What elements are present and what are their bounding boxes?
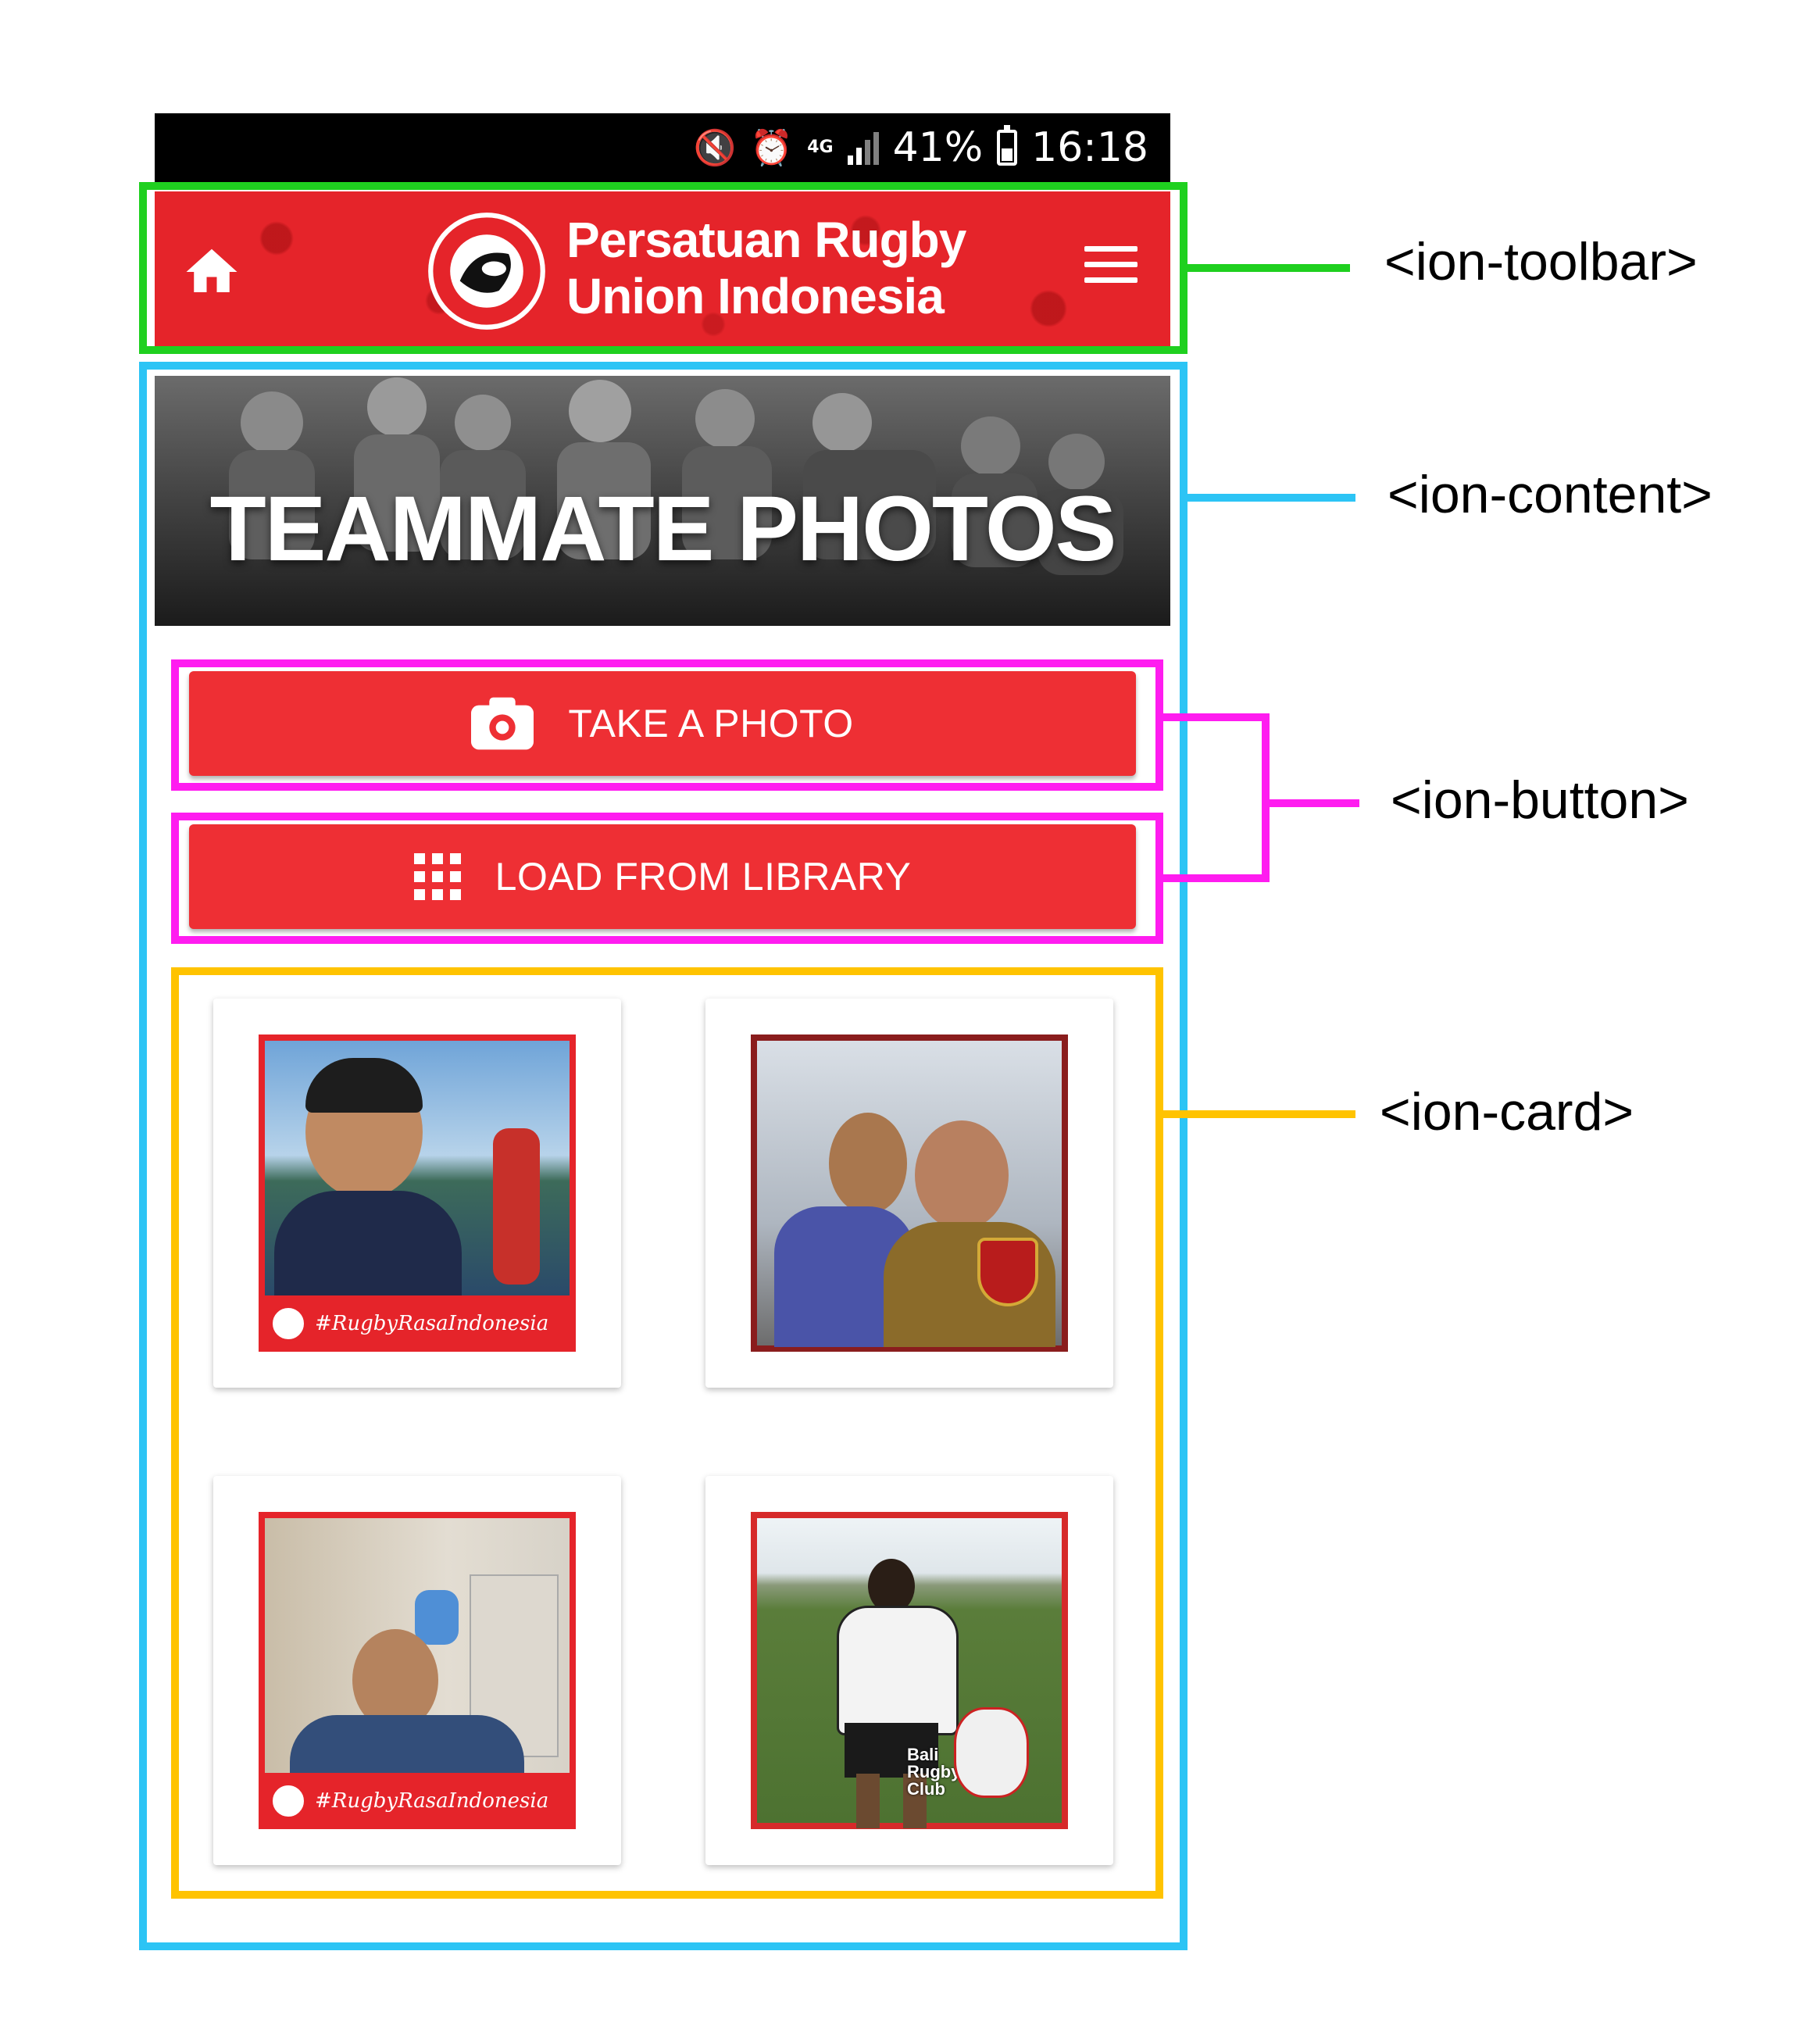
battery-icon [997, 125, 1018, 166]
toolbar-annotation-label: <ion-toolbar> [1384, 232, 1698, 291]
toolbar-annotation-box [139, 182, 1188, 354]
signal-icon [847, 130, 879, 165]
card-annotation-line [1163, 1110, 1355, 1118]
button-annotation-line [1270, 799, 1359, 807]
button-annotation-box-2 [171, 813, 1163, 944]
button-annotation-bracket [1163, 713, 1270, 882]
button-annotation-box-1 [171, 659, 1163, 791]
toolbar-annotation-line [1188, 264, 1350, 272]
status-bar: 🔇 ⏰ 4G 41% 16:18 [155, 113, 1170, 185]
card-annotation-box [171, 967, 1163, 1899]
button-annotation-label: <ion-button> [1391, 770, 1689, 830]
content-annotation-label: <ion-content> [1388, 465, 1712, 524]
content-annotation-line [1188, 494, 1355, 502]
battery-percent: 41% [892, 124, 984, 171]
alarm-icon: ⏰ [750, 128, 794, 168]
card-annotation-label: <ion-card> [1380, 1082, 1634, 1142]
network-type: 4G [807, 138, 834, 157]
mute-icon: 🔇 [693, 128, 737, 168]
clock: 16:18 [1031, 124, 1148, 171]
